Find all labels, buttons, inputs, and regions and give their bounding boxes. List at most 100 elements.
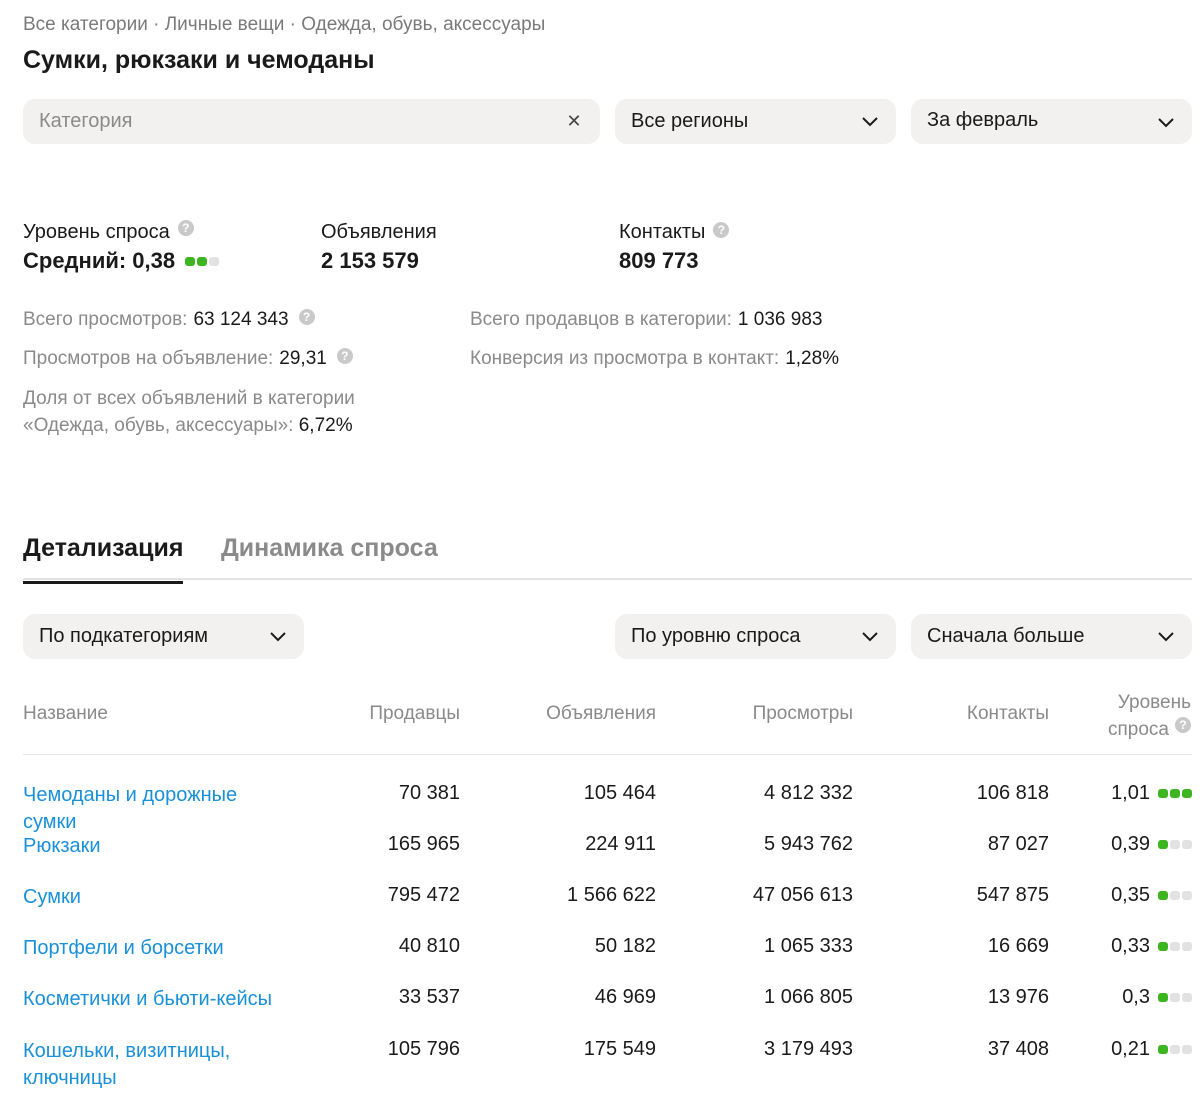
close-icon[interactable]: ✕ — [564, 111, 584, 132]
table-row[interactable]: Косметички и бьюти-кейсы 33 537 46 969 1 06… — [0, 986, 1200, 1037]
total-sellers-label: Всего продавцов в категории: — [470, 309, 732, 330]
contacts-cell: 13 976 — [987, 986, 1049, 1008]
total-sellers-value: 1 036 983 — [737, 309, 823, 330]
demand-indicator — [1158, 789, 1192, 798]
demand-indicator — [1158, 942, 1192, 951]
views-cell: 3 179 493 — [764, 1038, 853, 1060]
table-row[interactable]: Портфели и борсетки 40 810 50 182 1 065 333… — [0, 935, 1200, 986]
column-header-demand-line: Уровень — [1117, 692, 1191, 713]
sort-by-select[interactable]: По уровню спроса — [615, 614, 896, 659]
demand-indicator — [1158, 993, 1192, 1002]
sellers-cell: 70 381 — [398, 782, 460, 804]
conversion: Конверсия из просмотра в контакт: 1,28% — [470, 348, 839, 370]
demand-level-value: Средний: 0,38 — [23, 248, 220, 274]
contacts-cell: 547 875 — [976, 884, 1049, 906]
help-icon[interactable]: ? — [713, 221, 730, 238]
demand-indicator — [1158, 891, 1192, 900]
chevron-down-icon — [860, 627, 880, 647]
demand-level-value-text: Средний: 0,38 — [23, 248, 176, 273]
breadcrumb[interactable]: Все категории · Личные вещи · Одежда, об… — [23, 14, 545, 36]
chevron-down-icon — [1156, 627, 1176, 647]
demand-indicator — [185, 256, 220, 266]
help-icon[interactable]: ? — [336, 348, 353, 364]
demand-value: 1,01 — [1111, 782, 1150, 804]
demand-dot — [209, 256, 220, 266]
table-row[interactable]: Рюкзаки 165 965 224 911 5 943 762 87 027 0,39 — [0, 833, 1200, 884]
demand-dot — [1170, 891, 1180, 900]
contacts-label: Контакты ? — [619, 221, 730, 244]
column-header-demand-line: спроса — [1108, 719, 1169, 740]
category-share-value: 6,72% — [298, 415, 353, 436]
table-row[interactable]: Сумки 795 472 1 566 622 47 056 613 547 875 0,… — [0, 884, 1200, 935]
region-select[interactable]: Все регионы — [615, 99, 896, 144]
demand-dot — [1170, 789, 1180, 798]
demand-dot — [1158, 891, 1168, 900]
help-icon[interactable]: ? — [298, 309, 315, 325]
ads-cell: 105 464 — [583, 782, 656, 804]
tab-details[interactable]: Детализация — [23, 534, 184, 584]
order-select[interactable]: Сначала больше — [911, 614, 1192, 659]
total-sellers: Всего продавцов в категории: 1 036 983 — [470, 309, 822, 331]
subcategory-link[interactable]: Кошельки, визитницы, ключницы — [23, 1038, 273, 1092]
help-icon[interactable]: ? — [177, 219, 194, 236]
help-icon[interactable]: ? — [1175, 717, 1191, 733]
sellers-cell: 40 810 — [398, 935, 460, 957]
region-value: Все регионы — [631, 110, 749, 132]
demand-cell: 1,01 — [1060, 782, 1192, 805]
tab-demand-dynamics[interactable]: Динамика спроса — [221, 534, 438, 575]
ads-cell: 1 566 622 — [567, 884, 656, 906]
demand-cell: 0,35 — [1060, 884, 1192, 907]
table-row[interactable]: Кошельки, визитницы, ключницы 105 796 175 … — [0, 1038, 1200, 1089]
demand-value: 0,39 — [1111, 833, 1150, 855]
period-select[interactable]: За февраль — [911, 99, 1192, 144]
ads-cell: 224 911 — [585, 833, 656, 855]
subcategory-link[interactable]: Сумки — [23, 884, 273, 911]
column-header-demand[interactable]: Уровень спроса ? — [1060, 689, 1191, 743]
demand-value: 0,35 — [1111, 884, 1150, 906]
column-header-ads[interactable]: Объявления — [480, 703, 656, 725]
column-header-name[interactable]: Название — [23, 703, 108, 725]
demand-dot — [1170, 840, 1180, 849]
demand-dot — [1170, 1045, 1180, 1054]
demand-dot — [197, 256, 208, 266]
demand-dot — [1182, 993, 1192, 1002]
views-per-ad: Просмотров на объявление: 29,31 ? — [23, 348, 353, 370]
contacts-cell: 106 818 — [976, 782, 1049, 804]
period-value: За февраль — [927, 109, 1039, 131]
category-share-label: Доля от всех объявлений в категории — [23, 388, 355, 409]
page-title: Сумки, рюкзаки и чемоданы — [23, 46, 375, 74]
demand-dot — [1182, 789, 1192, 798]
views-per-ad-value: 29,31 — [279, 348, 327, 369]
table-header-divider — [23, 754, 1192, 755]
ads-cell: 50 182 — [594, 935, 656, 957]
demand-dot — [1182, 1045, 1192, 1054]
chevron-down-icon — [268, 627, 288, 647]
contacts-cell: 37 408 — [987, 1038, 1049, 1060]
column-header-views[interactable]: Просмотры — [680, 703, 853, 725]
demand-dot — [1170, 993, 1180, 1002]
subcategory-link[interactable]: Чемоданы и дорожные сумки — [23, 782, 273, 836]
ads-value: 2 153 579 — [321, 248, 419, 273]
table-row[interactable]: Чемоданы и дорожные сумки 70 381 105 464 4 … — [0, 782, 1200, 833]
category-placeholder: Категория — [39, 110, 133, 132]
demand-dot — [1182, 942, 1192, 951]
views-cell: 1 066 805 — [764, 986, 853, 1008]
category-input[interactable]: Категория ✕ — [23, 99, 600, 144]
group-by-select[interactable]: По подкатегориям — [23, 614, 304, 659]
demand-dot — [1158, 942, 1168, 951]
demand-cell: 0,3 — [1060, 986, 1192, 1009]
subcategory-link[interactable]: Рюкзаки — [23, 833, 273, 860]
ads-label: Объявления — [321, 221, 437, 243]
demand-value: 0,3 — [1122, 986, 1150, 1008]
column-header-sellers[interactable]: Продавцы — [300, 703, 460, 725]
demand-level-label: Уровень спроса ? — [23, 219, 194, 244]
subcategory-link[interactable]: Косметички и бьюти-кейсы — [23, 986, 273, 1013]
category-share-label: «Одежда, обувь, аксессуары»: — [23, 415, 294, 436]
subcategory-link[interactable]: Портфели и борсетки — [23, 935, 273, 962]
column-header-contacts[interactable]: Контакты — [880, 703, 1049, 725]
sellers-cell: 795 472 — [387, 884, 460, 906]
contacts-label-text: Контакты — [619, 221, 706, 243]
views-cell: 47 056 613 — [752, 884, 853, 906]
sellers-cell: 33 537 — [398, 986, 460, 1008]
demand-cell: 0,21 — [1060, 1038, 1192, 1061]
